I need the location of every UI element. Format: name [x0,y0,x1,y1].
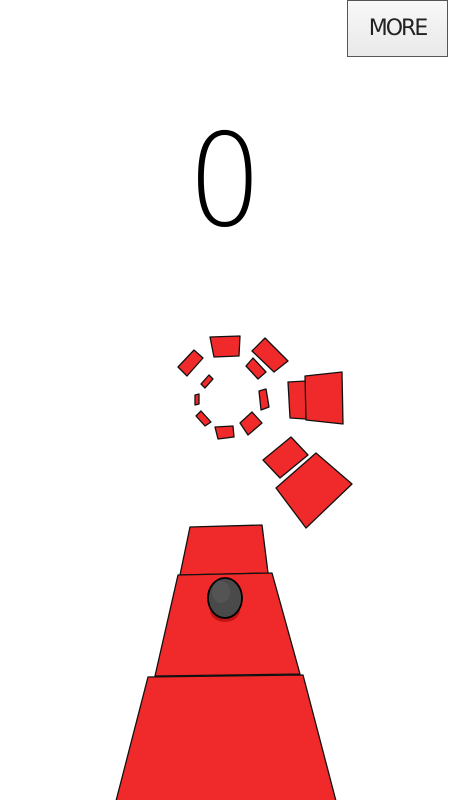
ring-block-inner-lr [239,411,263,436]
game-scene [115,335,353,800]
ring-block-inner-r [258,388,270,411]
ring-block-top-left [177,349,204,377]
ring-block-inner-ul [200,374,214,389]
side-block-far [287,380,307,420]
ring-block-inner-ll [195,410,212,427]
ring-block-inner-l [194,393,200,406]
ball-highlight [212,581,230,603]
ring-block-top [209,335,241,358]
main-path [115,524,337,800]
player-ball [207,577,243,622]
side-block-near [304,371,344,425]
ring-block-bottom [214,425,235,440]
side-blocks [262,371,353,529]
path-tile-near [115,674,337,800]
floating-block-ring [177,335,289,440]
path-tile-far [179,524,269,576]
